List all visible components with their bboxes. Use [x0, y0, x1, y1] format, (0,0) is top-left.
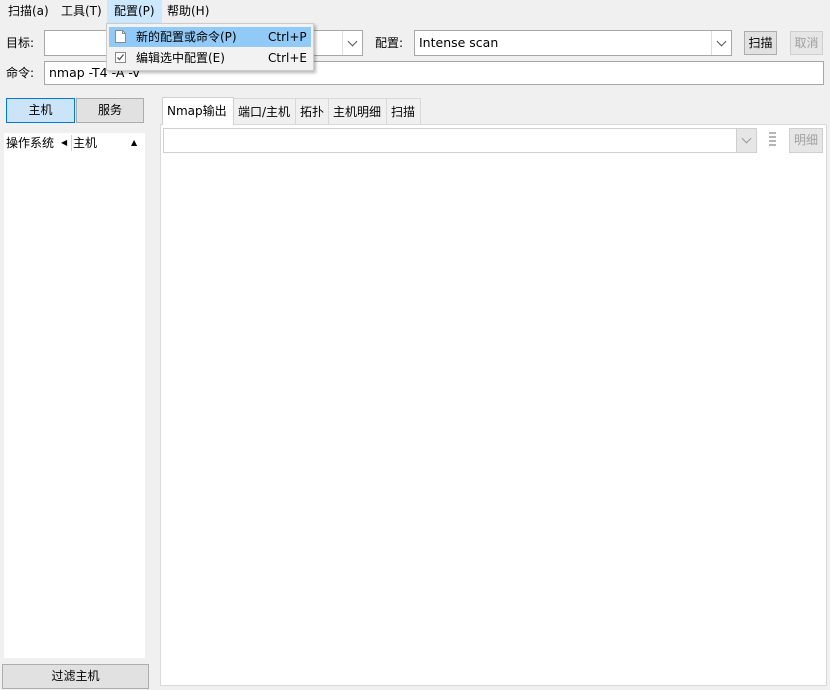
filter-hosts-button[interactable]: 过滤主机: [2, 664, 149, 689]
edit-checkbox-icon: [115, 52, 126, 63]
menu-profile[interactable]: 配置(P): [107, 0, 162, 23]
column-header-os-label: 操作系统: [6, 136, 55, 150]
column-header-host-label: 主机: [73, 136, 98, 150]
chevron-down-icon: [741, 133, 752, 144]
menu-scan[interactable]: 扫描(a): [1, 0, 56, 23]
output-text-area[interactable]: [162, 155, 825, 684]
tab-scans[interactable]: 扫描: [386, 98, 421, 124]
tab-ports-hosts[interactable]: 端口/主机: [233, 98, 296, 124]
menu-item-edit-profile-label: 编辑选中配置(E): [136, 51, 225, 65]
menu-tools[interactable]: 工具(T): [54, 0, 109, 23]
target-label: 目标:: [6, 36, 35, 50]
sort-ascending-icon: ▲: [131, 138, 138, 147]
nmap-output-panel: 明细: [160, 124, 827, 686]
target-dropdown-button[interactable]: [342, 31, 362, 55]
column-divider: [71, 135, 72, 151]
hosts-toggle-button[interactable]: 主机: [6, 98, 75, 123]
menu-item-new-profile[interactable]: 新的配置或命令(P) Ctrl+P: [109, 27, 311, 47]
profile-value: Intense scan: [419, 35, 499, 50]
menu-bar: 扫描(a) 工具(T) 配置(P) 帮助(H): [0, 0, 830, 23]
host-list[interactable]: 操作系统 ◀ 主机 ▲: [4, 133, 145, 658]
tab-topology[interactable]: 拓扑: [295, 98, 329, 124]
column-header-os[interactable]: 操作系统 ◀: [6, 133, 72, 153]
menu-item-new-profile-shortcut: Ctrl+P: [268, 30, 307, 44]
output-dropdown-button[interactable]: [736, 129, 756, 152]
tab-host-details[interactable]: 主机明细: [328, 98, 387, 124]
menu-item-edit-profile[interactable]: 编辑选中配置(E) Ctrl+E: [109, 48, 311, 68]
drag-handle-icon[interactable]: [769, 132, 776, 146]
column-header-host[interactable]: 主机 ▲: [73, 133, 143, 153]
scan-button[interactable]: 扫描: [744, 31, 777, 55]
config-dropdown-menu: 新的配置或命令(P) Ctrl+P 编辑选中配置(E) Ctrl+E: [106, 23, 314, 71]
profile-dropdown-button[interactable]: [711, 31, 731, 55]
cancel-button[interactable]: 取消: [790, 31, 823, 55]
details-button[interactable]: 明细: [789, 128, 823, 153]
tab-nmap-output[interactable]: Nmap输出: [162, 97, 234, 125]
profile-label: 配置:: [375, 36, 404, 50]
menu-item-edit-profile-shortcut: Ctrl+E: [268, 51, 307, 65]
command-label: 命令:: [6, 66, 35, 80]
chevron-down-icon: [716, 36, 727, 46]
caret-left-icon: ◀: [61, 138, 68, 147]
services-toggle-button[interactable]: 服务: [76, 98, 144, 123]
output-host-combobox[interactable]: [163, 128, 757, 153]
profile-combobox[interactable]: Intense scan: [414, 30, 732, 56]
chevron-down-icon: [347, 36, 358, 46]
new-document-icon: [115, 30, 126, 43]
menu-item-new-profile-label: 新的配置或命令(P): [136, 30, 237, 44]
menu-help[interactable]: 帮助(H): [160, 0, 216, 23]
